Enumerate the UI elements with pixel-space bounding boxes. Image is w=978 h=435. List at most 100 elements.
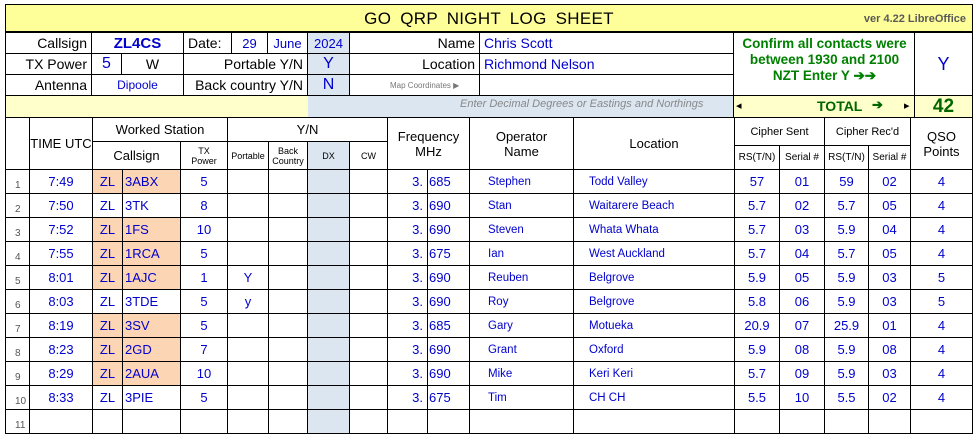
operator-name-cell[interactable]: Mike <box>470 362 574 386</box>
frequency-khz-cell[interactable]: 675 <box>428 386 470 410</box>
cw-cell[interactable] <box>350 194 388 218</box>
callsign-suffix-cell[interactable] <box>123 410 181 434</box>
dx-cell[interactable] <box>308 242 350 266</box>
serial-sent-cell[interactable]: 09 <box>780 362 825 386</box>
rs-sent-cell[interactable]: 5.5 <box>735 386 780 410</box>
back-country-cell[interactable] <box>269 386 308 410</box>
callsign-prefix-cell[interactable]: ZL <box>93 218 123 242</box>
frequency-khz-cell[interactable]: 690 <box>428 362 470 386</box>
location-cell[interactable]: Waitarere Beach <box>574 194 735 218</box>
portable-cell[interactable] <box>228 194 269 218</box>
callsign-suffix-cell[interactable]: 3TK <box>123 194 181 218</box>
back-country-cell[interactable] <box>269 362 308 386</box>
rs-sent-cell[interactable]: 5.7 <box>735 242 780 266</box>
rs-recd-cell[interactable]: 5.9 <box>825 338 869 362</box>
operator-name-cell[interactable]: Roy <box>470 290 574 314</box>
portable-cell[interactable] <box>228 170 269 194</box>
rs-recd-cell[interactable]: 5.9 <box>825 266 869 290</box>
frequency-khz-cell[interactable]: 675 <box>428 242 470 266</box>
tx-power-field[interactable]: 5 <box>92 54 122 75</box>
rs-recd-cell[interactable]: 5.9 <box>825 362 869 386</box>
frequency-mhz-cell[interactable]: 3. <box>388 362 428 386</box>
rs-recd-cell[interactable]: 5.9 <box>825 290 869 314</box>
portable-cell[interactable] <box>228 410 269 434</box>
callsign-field[interactable]: ZL4CS <box>92 32 184 54</box>
operator-name-cell[interactable]: Stephen <box>470 170 574 194</box>
tx-power-cell[interactable]: 5 <box>181 314 228 338</box>
tx-power-cell[interactable]: 7 <box>181 338 228 362</box>
confirm-field[interactable]: Y <box>915 32 973 96</box>
callsign-prefix-cell[interactable]: ZL <box>93 242 123 266</box>
frequency-mhz-cell[interactable]: 3. <box>388 170 428 194</box>
dx-cell[interactable] <box>308 194 350 218</box>
serial-recd-cell[interactable]: 03 <box>869 362 911 386</box>
operator-name-cell[interactable]: Tim <box>470 386 574 410</box>
callsign-suffix-cell[interactable]: 3SV <box>123 314 181 338</box>
time-cell[interactable]: 7:50 <box>30 194 93 218</box>
dx-cell[interactable] <box>308 338 350 362</box>
callsign-prefix-cell[interactable]: ZL <box>93 194 123 218</box>
time-cell[interactable]: 7:55 <box>30 242 93 266</box>
serial-recd-cell[interactable]: 02 <box>869 170 911 194</box>
serial-recd-cell[interactable]: 08 <box>869 338 911 362</box>
dx-cell[interactable] <box>308 170 350 194</box>
callsign-suffix-cell[interactable]: 3ABX <box>123 170 181 194</box>
callsign-suffix-cell[interactable]: 1FS <box>123 218 181 242</box>
rs-sent-cell[interactable]: 5.8 <box>735 290 780 314</box>
portable-cell[interactable] <box>228 362 269 386</box>
callsign-suffix-cell[interactable]: 1RCA <box>123 242 181 266</box>
dx-cell[interactable] <box>308 266 350 290</box>
portable-cell[interactable] <box>228 242 269 266</box>
portable-cell[interactable] <box>228 314 269 338</box>
location-cell[interactable]: Todd Valley <box>574 170 735 194</box>
rs-sent-cell[interactable]: 5.7 <box>735 194 780 218</box>
frequency-mhz-cell[interactable]: 3. <box>388 386 428 410</box>
serial-sent-cell[interactable]: 10 <box>780 386 825 410</box>
callsign-prefix-cell[interactable]: ZL <box>93 266 123 290</box>
rs-recd-cell[interactable] <box>825 410 869 434</box>
cw-cell[interactable] <box>350 338 388 362</box>
callsign-prefix-cell[interactable]: ZL <box>93 290 123 314</box>
cw-cell[interactable] <box>350 242 388 266</box>
location-cell[interactable]: Belgrove <box>574 266 735 290</box>
frequency-khz-cell[interactable] <box>428 410 470 434</box>
date-year-field[interactable]: 2024 <box>308 32 350 54</box>
callsign-prefix-cell[interactable]: ZL <box>93 314 123 338</box>
operator-name-cell[interactable]: Stan <box>470 194 574 218</box>
rs-sent-cell[interactable]: 20.9 <box>735 314 780 338</box>
serial-sent-cell[interactable]: 06 <box>780 290 825 314</box>
location-field[interactable]: Richmond Nelson <box>480 54 734 75</box>
callsign-suffix-cell[interactable]: 2GD <box>123 338 181 362</box>
name-field[interactable]: Chris Scott <box>480 32 734 54</box>
serial-recd-cell[interactable]: 03 <box>869 290 911 314</box>
serial-sent-cell[interactable]: 02 <box>780 194 825 218</box>
rs-sent-cell[interactable]: 5.9 <box>735 266 780 290</box>
portable-cell[interactable] <box>228 218 269 242</box>
back-country-cell[interactable] <box>269 242 308 266</box>
tx-power-cell[interactable]: 8 <box>181 194 228 218</box>
serial-recd-cell[interactable]: 04 <box>869 218 911 242</box>
cw-cell[interactable] <box>350 314 388 338</box>
frequency-khz-cell[interactable]: 690 <box>428 218 470 242</box>
tx-power-cell[interactable]: 5 <box>181 290 228 314</box>
rs-sent-cell[interactable] <box>735 410 780 434</box>
antenna-field[interactable]: Dipoole <box>92 75 184 96</box>
frequency-khz-cell[interactable]: 690 <box>428 266 470 290</box>
tx-power-cell[interactable]: 5 <box>181 386 228 410</box>
operator-name-cell[interactable]: Ian <box>470 242 574 266</box>
frequency-mhz-cell[interactable]: 3. <box>388 314 428 338</box>
serial-sent-cell[interactable]: 07 <box>780 314 825 338</box>
serial-recd-cell[interactable]: 01 <box>869 314 911 338</box>
dx-cell[interactable] <box>308 290 350 314</box>
callsign-prefix-cell[interactable]: ZL <box>93 170 123 194</box>
portable-cell[interactable] <box>228 338 269 362</box>
location-cell[interactable]: Motueka <box>574 314 735 338</box>
back-country-cell[interactable] <box>269 194 308 218</box>
back-country-cell[interactable] <box>269 314 308 338</box>
location-cell[interactable]: Belgrove <box>574 290 735 314</box>
callsign-prefix-cell[interactable] <box>93 410 123 434</box>
back-country-cell[interactable] <box>269 410 308 434</box>
frequency-mhz-cell[interactable]: 3. <box>388 242 428 266</box>
portable-cell[interactable]: Y <box>228 266 269 290</box>
rs-sent-cell[interactable]: 5.7 <box>735 362 780 386</box>
